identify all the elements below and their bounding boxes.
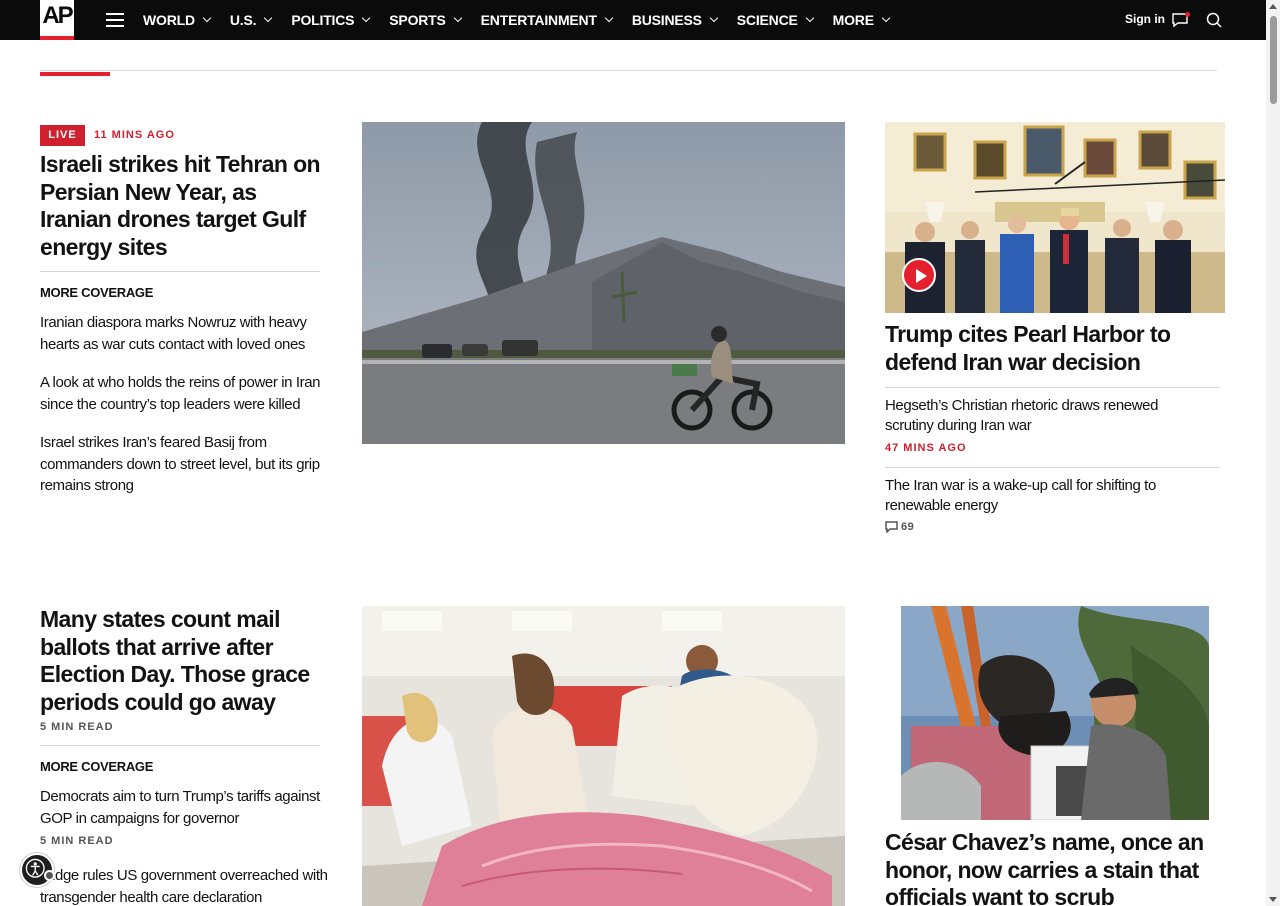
nav-item-science[interactable]: SCIENCE xyxy=(736,12,814,28)
live-badge: LIVE xyxy=(40,125,85,146)
sign-in-link[interactable]: Sign in xyxy=(1125,12,1165,26)
lead-related-link-2[interactable]: A look at who holds the reins of power i… xyxy=(40,372,338,415)
nav-label: ENTERTAINMENT xyxy=(480,12,597,28)
logo-accent-bar xyxy=(40,36,74,40)
lead-divider xyxy=(40,271,320,272)
right-top-divider-1 xyxy=(885,387,1220,388)
lead-photo-smoke-over-highway[interactable] xyxy=(362,122,845,444)
lead-related-link-1[interactable]: Iranian diaspora marks Nowruz with heavy… xyxy=(40,312,338,355)
chevron-down-icon xyxy=(264,13,273,23)
nav-item-business[interactable]: BUSINESS xyxy=(631,12,719,28)
second-photo-ballot-counting[interactable] xyxy=(362,606,845,906)
main-nav: WORLD U.S. POLITICS SPORTS ENTERTAINMENT… xyxy=(143,0,909,40)
nav-item-world[interactable]: WORLD xyxy=(143,12,212,28)
right-top-link-1[interactable]: Hegseth’s Christian rhetoric draws renew… xyxy=(885,396,1185,436)
chevron-down-icon xyxy=(604,13,614,23)
lead-headline[interactable]: Israeli strikes hit Tehran on Persian Ne… xyxy=(40,151,330,261)
search-icon[interactable] xyxy=(1206,12,1222,28)
nav-label: POLITICS xyxy=(291,12,355,28)
second-read-time: 5 MIN READ xyxy=(40,721,114,733)
right-top-headline[interactable]: Trump cites Pearl Harbor to defend Iran … xyxy=(885,321,1185,376)
chevron-down-icon xyxy=(202,13,212,23)
scroll-thumb[interactable] xyxy=(1270,16,1277,104)
scroll-down-arrow-icon[interactable] xyxy=(1269,897,1277,902)
chevron-down-icon xyxy=(709,13,719,23)
right-top-video-thumbnail-oval-office[interactable] xyxy=(885,122,1225,313)
top-navigation-bar: AP WORLD U.S. POLITICS SPORTS ENTERTAINM… xyxy=(0,0,1266,40)
second-headline[interactable]: Many states count mail ballots that arri… xyxy=(40,606,340,716)
comment-count[interactable]: 69 xyxy=(901,521,914,533)
accessibility-settings-dot-icon[interactable] xyxy=(44,870,55,881)
nav-label: SCIENCE xyxy=(736,12,798,28)
right-bottom-headline[interactable]: César Chavez’s name, once an honor, now … xyxy=(885,829,1205,906)
second-related-link-1-read-time: 5 MIN READ xyxy=(40,835,114,847)
ap-logo[interactable]: AP xyxy=(40,0,74,40)
right-top-divider-2 xyxy=(885,467,1220,468)
chevron-down-icon xyxy=(362,13,371,23)
second-related-link-2[interactable]: Judge rules US government overreached wi… xyxy=(40,865,330,906)
lead-related-link-3[interactable]: Israel strikes Iran’s feared Basij from … xyxy=(40,432,330,497)
nav-label: MORE xyxy=(832,12,874,28)
section-divider xyxy=(40,70,1217,71)
notifications-chat-icon[interactable] xyxy=(1172,12,1190,28)
hamburger-menu-icon[interactable] xyxy=(106,13,126,27)
section-accent-bar xyxy=(40,72,110,76)
nav-label: WORLD xyxy=(143,12,195,28)
chevron-down-icon xyxy=(805,13,814,23)
video-play-button-icon[interactable] xyxy=(902,258,936,292)
right-top-link-1-timestamp: 47 MINS AGO xyxy=(885,442,967,454)
lead-more-coverage-label: MORE COVERAGE xyxy=(40,285,154,300)
right-top-link-2[interactable]: The Iran war is a wake-up call for shift… xyxy=(885,476,1185,516)
nav-item-us[interactable]: U.S. xyxy=(229,12,273,28)
nav-label: U.S. xyxy=(229,12,257,28)
chevron-down-icon xyxy=(453,13,462,23)
nav-label: BUSINESS xyxy=(631,12,702,28)
comment-icon[interactable] xyxy=(885,521,898,533)
nav-label: SPORTS xyxy=(389,12,446,28)
nav-item-sports[interactable]: SPORTS xyxy=(389,12,462,28)
scroll-up-arrow-icon[interactable] xyxy=(1269,4,1277,9)
nav-item-politics[interactable]: POLITICS xyxy=(291,12,371,28)
second-related-link-1[interactable]: Democrats aim to turn Trump’s tariffs ag… xyxy=(40,786,330,829)
nav-item-more[interactable]: MORE xyxy=(832,12,891,28)
lead-timestamp: 11 MINS AGO xyxy=(94,129,175,141)
second-more-coverage-label: MORE COVERAGE xyxy=(40,759,154,774)
nav-item-entertainment[interactable]: ENTERTAINMENT xyxy=(480,12,614,28)
chevron-down-icon xyxy=(881,13,891,23)
page-scrollbar[interactable] xyxy=(1266,0,1280,906)
logo-text: AP xyxy=(42,2,73,29)
right-bottom-photo-statue-removal[interactable] xyxy=(901,606,1209,820)
second-divider xyxy=(40,745,320,746)
